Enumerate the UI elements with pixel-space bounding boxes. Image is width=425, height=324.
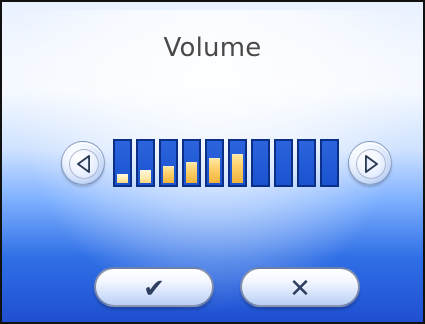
dialog-title: Volume bbox=[163, 33, 262, 63]
volume-step-1-fill bbox=[117, 174, 128, 183]
volume-step-5[interactable] bbox=[205, 139, 224, 187]
volume-step-2[interactable] bbox=[136, 139, 155, 187]
ok-button[interactable]: ✔ bbox=[94, 267, 214, 307]
volume-step-9[interactable] bbox=[297, 139, 316, 187]
volume-dialog: Volume ✔ ✕ bbox=[0, 0, 425, 324]
cancel-button[interactable]: ✕ bbox=[240, 267, 360, 307]
volume-increase-button[interactable] bbox=[348, 141, 392, 185]
volume-step-6[interactable] bbox=[228, 139, 247, 187]
volume-step-4[interactable] bbox=[182, 139, 201, 187]
volume-decrease-button[interactable] bbox=[61, 141, 105, 185]
volume-step-7[interactable] bbox=[251, 139, 270, 187]
volume-step-10[interactable] bbox=[320, 139, 339, 187]
volume-step-8[interactable] bbox=[274, 139, 293, 187]
volume-step-6-fill bbox=[232, 154, 243, 183]
volume-step-3[interactable] bbox=[159, 139, 178, 187]
right-triangle-icon bbox=[365, 155, 378, 173]
volume-step-3-fill bbox=[163, 166, 174, 183]
close-icon: ✕ bbox=[289, 274, 311, 304]
left-triangle-icon bbox=[77, 155, 90, 173]
volume-level-meter[interactable] bbox=[113, 139, 345, 187]
volume-step-1[interactable] bbox=[113, 139, 132, 187]
volume-step-4-fill bbox=[186, 162, 197, 183]
volume-step-2-fill bbox=[140, 170, 151, 183]
checkmark-icon: ✔ bbox=[143, 274, 165, 304]
volume-step-5-fill bbox=[209, 158, 220, 183]
